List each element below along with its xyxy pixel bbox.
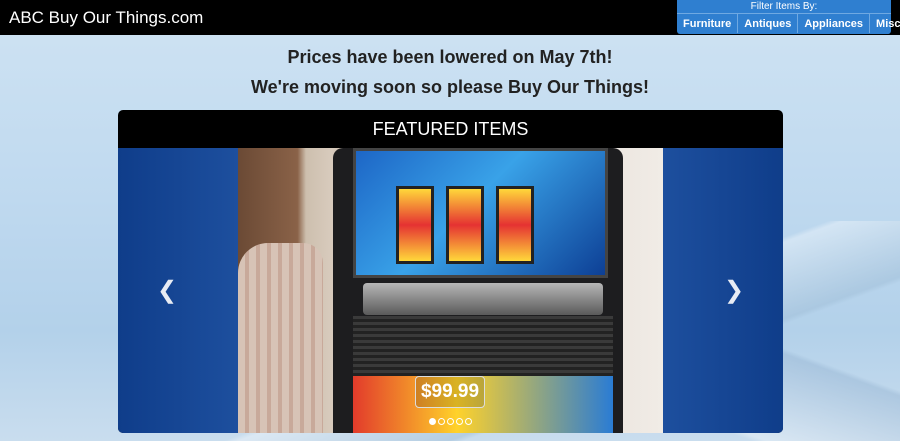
photo-chair — [238, 243, 323, 433]
carousel-indicators — [118, 418, 783, 425]
top-nav-bar: ABC Buy Our Things.com Filter Items By: … — [0, 0, 900, 35]
featured-items-carousel: FEATURED ITEMS ❮ ❯ $99.99 — [118, 110, 783, 433]
item-price-badge: $99.99 — [415, 376, 485, 408]
filter-button-group: Furniture Antiques Appliances Misc — [677, 13, 900, 33]
chevron-right-icon: ❯ — [723, 277, 745, 304]
filter-title: Filter Items By: — [750, 1, 818, 12]
carousel-dot[interactable] — [456, 418, 463, 425]
carousel-dot[interactable] — [465, 418, 472, 425]
carousel-prev-button[interactable]: ❮ — [147, 273, 187, 309]
filter-panel: Filter Items By: Furniture Antiques Appl… — [677, 0, 900, 34]
announcement-moving: We're moving soon so please Buy Our Thin… — [250, 77, 649, 97]
carousel-next-button[interactable]: ❯ — [714, 273, 754, 309]
filter-appliances-button[interactable]: Appliances — [798, 14, 871, 33]
carousel-dot[interactable] — [438, 418, 445, 425]
announcement-price-drop: Prices have been lowered on May 7th! — [287, 47, 613, 67]
featured-title: FEATURED ITEMS — [372, 119, 529, 139]
slot-reel — [446, 186, 484, 264]
site-brand-link[interactable]: ABC Buy Our Things.com — [0, 8, 203, 28]
chevron-left-icon: ❮ — [156, 277, 178, 304]
carousel-dot[interactable] — [447, 418, 454, 425]
slot-machine-display — [353, 148, 608, 278]
filter-furniture-button[interactable]: Furniture — [677, 14, 739, 33]
carousel-slide[interactable]: ❮ ❯ $99.99 — [118, 148, 783, 433]
slot-machine-buttons — [363, 283, 603, 315]
filter-misc-button[interactable]: Misc — [870, 14, 900, 33]
slot-reel — [496, 186, 534, 264]
carousel-dot[interactable] — [429, 418, 436, 425]
slot-machine-speaker — [353, 316, 613, 376]
filter-antiques-button[interactable]: Antiques — [738, 14, 799, 33]
slot-reel — [396, 186, 434, 264]
